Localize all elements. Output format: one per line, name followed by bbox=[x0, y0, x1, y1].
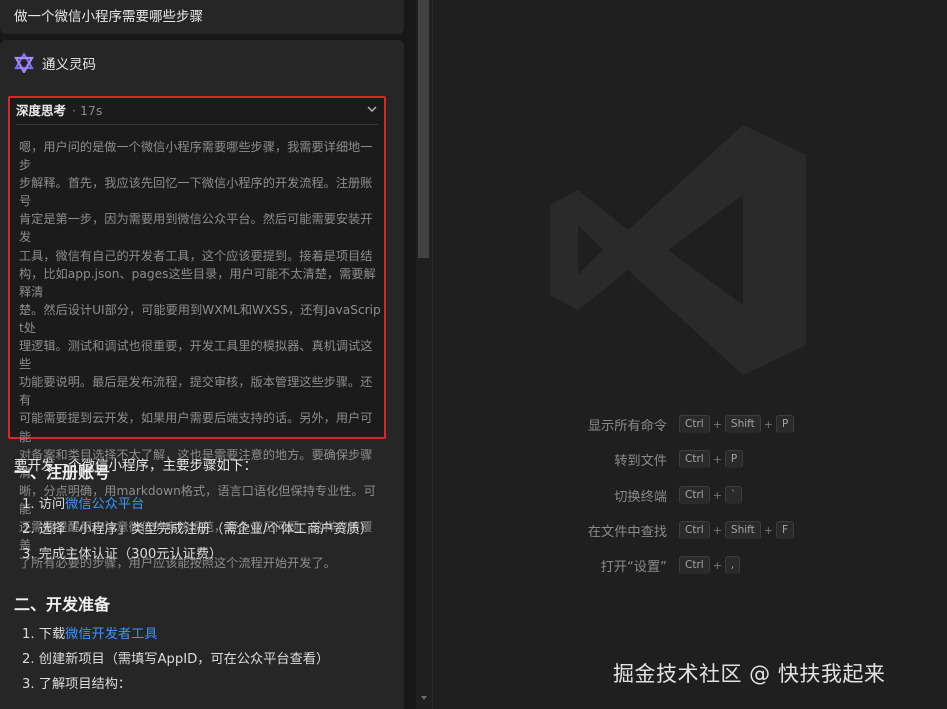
list-item: 1. 下载微信开发者工具 bbox=[22, 622, 329, 647]
prepare-steps-list: 1. 下载微信开发者工具 2. 创建新项目（需填写AppID，可在公众平台查看） 3… bbox=[22, 622, 329, 697]
list-item-text: 3. 完成主体认证（300元认证费） bbox=[22, 547, 223, 562]
vscode-logo-watermark-icon bbox=[550, 125, 806, 375]
chat-scrollbar[interactable] bbox=[416, 0, 432, 709]
key-plus-separator: + bbox=[763, 523, 773, 537]
keycap: Shift bbox=[724, 521, 761, 539]
keycap: P bbox=[776, 415, 795, 433]
scrollbar-thumb[interactable] bbox=[418, 0, 429, 258]
key-plus-separator: + bbox=[712, 488, 722, 502]
assistant-header: 通义灵码 bbox=[14, 52, 96, 74]
key-plus-separator: + bbox=[712, 523, 722, 537]
keycap: Ctrl bbox=[679, 415, 710, 433]
keycap: Ctrl bbox=[679, 521, 710, 539]
list-item: 3. 了解项目结构： bbox=[22, 672, 329, 697]
shortcut-row[interactable]: 显示所有命令 Ctrl + Shift + P bbox=[433, 413, 795, 435]
list-item-link[interactable]: 微信公众平台 bbox=[65, 497, 144, 512]
thinking-line: 嗯，用户问的是做一个微信小程序需要哪些步骤，我需要详细地一步 bbox=[19, 140, 373, 173]
deep-thinking-header[interactable]: 深度思考 · 17s bbox=[10, 98, 384, 120]
thinking-line: 功能要说明。最后是发布流程，提交审核，版本管理这些步骤。还有 bbox=[19, 375, 373, 408]
watermark-credit: 掘金技术社区 @ 快扶我起来 bbox=[613, 662, 886, 686]
list-item: 2. 选择「小程序」类型完成注册（需企业/个体工商户资质） bbox=[22, 517, 373, 542]
keycap: , bbox=[724, 556, 741, 574]
section-heading-register: 一、注册账号 bbox=[14, 463, 111, 482]
deep-thinking-duration: · 17s bbox=[72, 102, 103, 118]
section-heading-prepare: 二、开发准备 bbox=[14, 595, 111, 614]
assistant-answer-card: 通义灵码 深度思考 · 17s 嗯，用户问的是做一个微信小程序需要哪些步骤，我需… bbox=[0, 40, 404, 709]
list-item: 3. 完成主体认证（300元认证费） bbox=[22, 542, 373, 567]
keycap: ` bbox=[724, 486, 743, 504]
thinking-line: 肯定是第一步，因为需要用到微信公众平台。然后可能需要安装开发 bbox=[19, 212, 373, 245]
thinking-line: 步解释。首先，我应该先回忆一下微信小程序的开发流程。注册账号 bbox=[19, 176, 373, 209]
list-item-text: 1. 访问 bbox=[22, 497, 66, 512]
tongyi-lingma-logo-icon bbox=[14, 53, 34, 73]
user-question-text: 做一个微信小程序需要哪些步骤 bbox=[14, 9, 203, 25]
shortcut-keys: Ctrl + Shift + F bbox=[679, 521, 795, 539]
list-item-link[interactable]: 微信开发者工具 bbox=[65, 627, 157, 642]
key-plus-separator: + bbox=[712, 558, 722, 572]
key-plus-separator: + bbox=[763, 417, 773, 431]
divider bbox=[16, 124, 378, 125]
shortcut-row[interactable]: 在文件中查找 Ctrl + Shift + F bbox=[433, 519, 795, 541]
list-item: 2. 创建新项目（需填写AppID，可在公众平台查看） bbox=[22, 647, 329, 672]
shortcut-keys: Ctrl + P bbox=[679, 450, 744, 468]
list-item-text: 1. 下载 bbox=[22, 627, 66, 642]
keycap: Ctrl bbox=[679, 556, 710, 574]
shortcut-label[interactable]: 显示所有命令 bbox=[433, 415, 679, 434]
chevron-down-icon[interactable] bbox=[366, 103, 378, 115]
shortcut-keys: Ctrl + ` bbox=[679, 486, 743, 504]
list-item-text: 2. 选择「小程序」类型完成注册（需企业/个体工商户资质） bbox=[22, 522, 373, 537]
shortcut-label[interactable]: 打开“设置” bbox=[433, 556, 679, 575]
shortcut-label[interactable]: 转到文件 bbox=[433, 450, 679, 469]
key-plus-separator: + bbox=[712, 452, 722, 466]
list-item-text: 2. 创建新项目（需填写AppID，可在公众平台查看） bbox=[22, 652, 330, 667]
thinking-line: 构，比如app.json、pages这些目录，用户可能不太清楚，需要解释清 bbox=[19, 266, 376, 299]
shortcut-label[interactable]: 切换终端 bbox=[433, 486, 679, 505]
shortcut-row[interactable]: 转到文件 Ctrl + P bbox=[433, 448, 744, 470]
deep-thinking-panel: 深度思考 · 17s 嗯，用户问的是做一个微信小程序需要哪些步骤，我需要详细地一… bbox=[8, 96, 386, 570]
list-item: 1. 访问微信公众平台 bbox=[22, 492, 373, 517]
register-steps-list: 1. 访问微信公众平台 2. 选择「小程序」类型完成注册（需企业/个体工商户资质）… bbox=[22, 492, 373, 567]
key-plus-separator: + bbox=[712, 417, 722, 431]
scroll-down-arrow-icon[interactable] bbox=[419, 693, 429, 703]
shortcut-keys: Ctrl +, bbox=[679, 556, 741, 574]
thinking-line: 可能需要提到云开发，如果用户需要后端支持的话。另外，用户可能 bbox=[19, 411, 373, 444]
keycap: P bbox=[724, 450, 744, 468]
keycap: Ctrl bbox=[679, 450, 710, 468]
thinking-line: 工具，微信有自己的开发者工具，这个应该要提到。接着是项目结 bbox=[19, 248, 373, 263]
shortcut-row[interactable]: 打开“设置” Ctrl +, bbox=[433, 554, 741, 576]
shortcut-keys: Ctrl + Shift + P bbox=[679, 415, 795, 433]
keycap: F bbox=[776, 521, 795, 539]
editor-empty-area: 显示所有命令 Ctrl + Shift + P 转到文件 Ctrl + P 切换终端 Ctrl + ` 在文… bbox=[433, 0, 947, 709]
thinking-line: 理逻辑。测试和调试也很重要，开发工具里的模拟器、真机调试这些 bbox=[19, 339, 373, 372]
chat-panel: 做一个微信小程序需要哪些步骤 通义灵码 深度思考 · 17s 嗯，用户问的是做一… bbox=[0, 0, 416, 709]
list-item-text: 3. 了解项目结构： bbox=[22, 677, 132, 692]
keycap: Ctrl bbox=[679, 486, 710, 504]
keycap: Shift bbox=[724, 415, 761, 433]
thinking-line: 楚。然后设计UI部分，可能要用到WXML和WXSS，还有JavaScript处 bbox=[19, 302, 381, 335]
shortcut-label[interactable]: 在文件中查找 bbox=[433, 521, 679, 540]
deep-thinking-title: 深度思考 bbox=[16, 102, 67, 118]
user-question-bubble: 做一个微信小程序需要哪些步骤 bbox=[0, 0, 404, 34]
shortcut-row[interactable]: 切换终端 Ctrl + ` bbox=[433, 484, 743, 506]
assistant-name: 通义灵码 bbox=[42, 57, 96, 73]
